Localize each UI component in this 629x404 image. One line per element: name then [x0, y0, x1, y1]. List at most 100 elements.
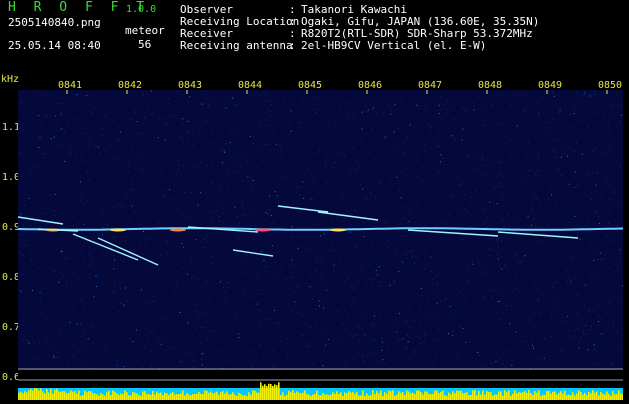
noise-peak	[350, 393, 352, 400]
noise-peak	[454, 393, 456, 400]
noise-peak	[182, 391, 184, 400]
noise-peak	[496, 395, 498, 400]
noise-peak	[478, 391, 480, 400]
noise-peak	[380, 391, 382, 400]
noise-peak	[294, 393, 296, 400]
noise-peak	[378, 393, 380, 400]
noise-peak	[440, 392, 442, 400]
noise-peak	[408, 392, 410, 400]
noise-peak	[54, 390, 56, 400]
noise-peak	[374, 394, 376, 400]
noise-peak	[388, 391, 390, 400]
meteor-count-label: meteor	[125, 25, 165, 36]
noise-peak	[216, 392, 218, 400]
noise-peak	[282, 392, 284, 400]
noise-peak	[356, 392, 358, 400]
noise-peak	[144, 391, 146, 400]
noise-peak	[366, 393, 368, 400]
noise-peak	[432, 394, 434, 400]
noise-peak	[46, 389, 48, 400]
noise-peak	[530, 393, 532, 400]
noise-peak	[618, 390, 620, 400]
noise-peak	[544, 395, 546, 400]
noise-peak	[292, 390, 294, 400]
noise-peak	[562, 394, 564, 400]
noise-peak	[554, 391, 556, 400]
noise-peak	[598, 395, 600, 400]
noise-peak	[446, 396, 448, 400]
noise-peak	[82, 395, 84, 400]
noise-peak	[320, 395, 322, 400]
noise-peak	[130, 396, 132, 400]
noise-peak	[236, 396, 238, 400]
y-tick-label: 0.9	[2, 222, 16, 233]
noise-peak	[340, 392, 342, 400]
noise-peak	[352, 392, 354, 400]
noise-peak	[192, 394, 194, 400]
spectrogram-plot	[18, 90, 623, 370]
spectrogram	[18, 90, 623, 370]
noise-peak	[400, 393, 402, 400]
noise-peak	[318, 395, 320, 400]
noise-peak	[590, 393, 592, 400]
noise-peak	[50, 389, 52, 400]
noise-peak	[170, 393, 172, 400]
noise-peak	[276, 385, 278, 400]
noise-peak	[260, 382, 262, 400]
noise-peak	[174, 394, 176, 400]
noise-peak	[290, 392, 292, 400]
noise-peak	[116, 393, 118, 400]
noise-peak	[168, 395, 170, 400]
noise-peak	[270, 384, 272, 400]
noise-peak	[184, 395, 186, 400]
noise-peak	[516, 393, 518, 400]
noise-peak	[186, 393, 188, 400]
noise-peak	[254, 391, 256, 400]
noise-peak	[214, 393, 216, 400]
noise-peak	[538, 390, 540, 400]
noise-peak	[510, 396, 512, 400]
noise-peak	[18, 393, 20, 400]
noise-peak	[552, 392, 554, 400]
noise-peak	[436, 391, 438, 400]
noise-peak	[32, 391, 34, 400]
noise-peak	[354, 394, 356, 400]
noise-peak	[30, 389, 32, 400]
info-key: Observer	[180, 4, 289, 15]
noise-peak	[108, 391, 110, 400]
noise-peak	[364, 396, 366, 400]
noise-peak	[178, 394, 180, 400]
noise-peak	[148, 394, 150, 400]
noise-peak	[222, 391, 224, 400]
noise-peak	[58, 391, 60, 400]
noise-peak	[342, 396, 344, 400]
noise-peak	[322, 393, 324, 400]
noise-peak	[248, 392, 250, 400]
noise-peak	[394, 396, 396, 400]
noise-peak	[200, 394, 202, 400]
noise-peak	[80, 396, 82, 400]
noise-peak	[36, 388, 38, 400]
noise-peak	[86, 392, 88, 400]
info-separator: :	[289, 4, 301, 15]
noise-peak	[258, 393, 260, 400]
noise-peak	[508, 390, 510, 400]
noise-peak	[264, 384, 266, 400]
noise-peak	[534, 391, 536, 400]
info-key: Receiving antenna	[180, 40, 289, 51]
info-separator: :	[289, 40, 301, 51]
noise-peak	[528, 390, 530, 400]
meteor-streak	[98, 238, 158, 265]
noise-peak	[68, 393, 70, 400]
noise-peak	[404, 395, 406, 400]
noise-peak	[370, 395, 372, 400]
noise-peak	[600, 392, 602, 400]
info-value: 2el-HB9CV Vertical (el. E-W)	[301, 39, 486, 52]
noise-peak	[250, 395, 252, 400]
noise-peak	[228, 394, 230, 400]
noise-peak	[452, 391, 454, 400]
noise-peak	[574, 395, 576, 400]
noise-peak	[468, 395, 470, 400]
noise-peak	[344, 393, 346, 400]
noise-peak	[232, 392, 234, 400]
